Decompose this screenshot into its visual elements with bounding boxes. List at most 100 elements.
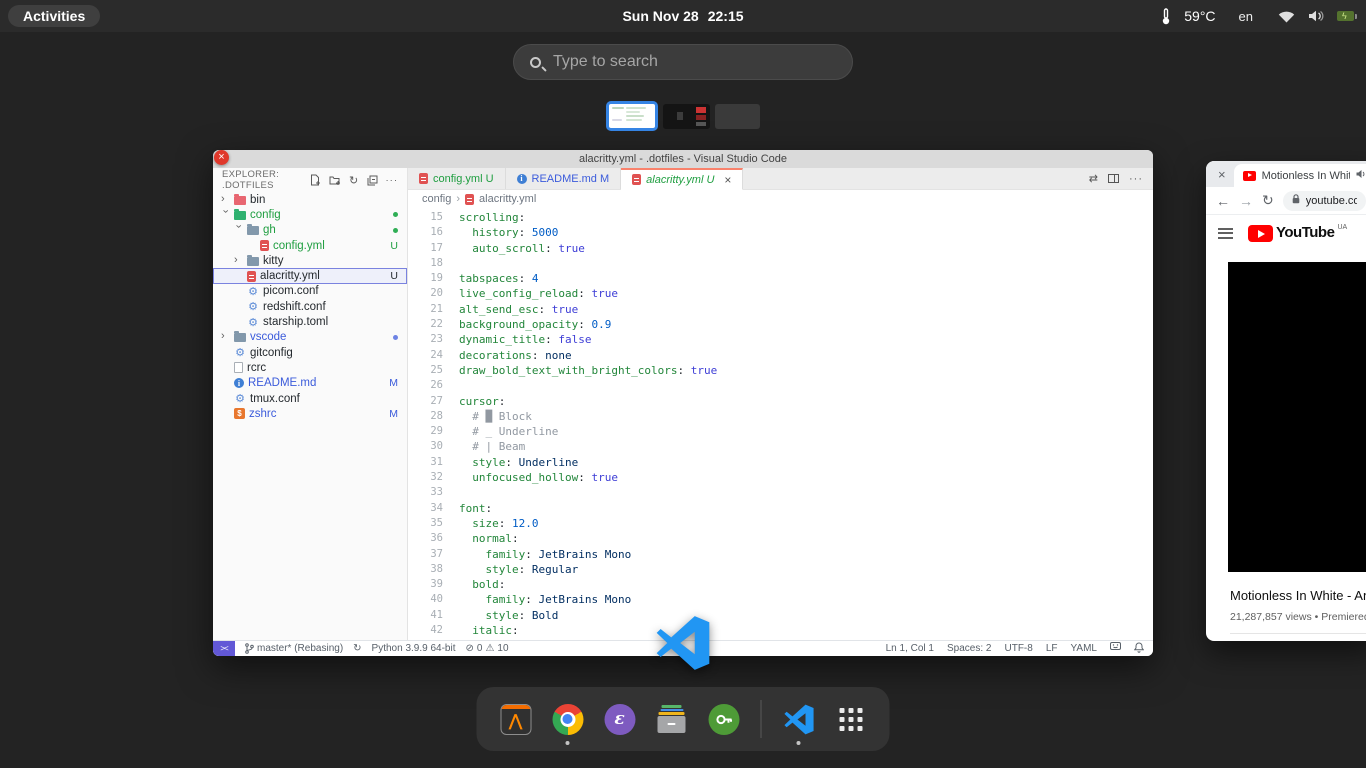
file-tree-item-redshift.conf[interactable]: ⚙redshift.conf	[213, 299, 407, 314]
tab-close-icon[interactable]: ×	[1218, 167, 1226, 182]
hamburger-menu-icon[interactable]	[1218, 228, 1233, 239]
file-tree-item-tmux.conf[interactable]: ⚙tmux.conf	[213, 391, 407, 406]
back-icon[interactable]: ←	[1216, 193, 1230, 209]
code-line: 34font:	[408, 501, 1153, 516]
split-editor-icon[interactable]	[1108, 174, 1119, 183]
editor-tab-bar: config.yml UiREADME.md Malacritty.yml U×…	[408, 168, 1153, 190]
more-actions-icon[interactable]: ···	[386, 175, 399, 186]
refresh-icon[interactable]: ↻	[349, 174, 359, 187]
file-tree-item-vscode[interactable]: ›vscode	[213, 330, 407, 345]
new-folder-icon[interactable]	[329, 175, 341, 186]
git-status-dot	[393, 228, 398, 233]
info-icon: i	[234, 378, 244, 388]
code-line: 42 italic:	[408, 623, 1153, 638]
tab-label: README.md M	[532, 173, 610, 185]
vscode-title-bar[interactable]: alacritty.yml - .dotfiles - Visual Studi…	[213, 150, 1153, 168]
code-line: 28 # █ Block	[408, 409, 1153, 424]
reload-icon[interactable]: ↻	[1262, 192, 1274, 209]
new-file-icon[interactable]	[310, 174, 321, 186]
file-tree-item-alacritty.yml[interactable]: alacritty.ymlU	[213, 268, 407, 283]
line-number: 40	[408, 592, 443, 607]
language-mode-status[interactable]: YAML	[1071, 643, 1098, 654]
file-tree-item-README.md[interactable]: iREADME.mdM	[213, 376, 407, 391]
file-tree-item-zshrc[interactable]: $zshrcM	[213, 406, 407, 421]
dock-item-emacs[interactable]: ε	[603, 702, 637, 736]
video-title: Motionless In White - Anot	[1230, 588, 1366, 603]
breadcrumb-file[interactable]: alacritty.yml	[479, 193, 536, 205]
forward-icon[interactable]: →	[1239, 193, 1253, 209]
problems-status[interactable]: ⊘ 0 ⚠ 10	[466, 643, 509, 654]
keyboard-layout-indicator[interactable]: en	[1239, 9, 1253, 24]
search-bar[interactable]: Type to search	[513, 44, 853, 80]
tab-audio-icon[interactable]	[1356, 169, 1366, 182]
chrome-window[interactable]: × Motionless In White - ← → ↻ youtube.co…	[1206, 161, 1366, 641]
code-line: 21alt_send_esc: true	[408, 302, 1153, 317]
file-tree-item-gitconfig[interactable]: ⚙gitconfig	[213, 345, 407, 360]
file-tree-item-gh[interactable]: ›gh	[213, 223, 407, 238]
dock-item-app-grid[interactable]	[834, 702, 868, 736]
git-status-badge: U	[390, 240, 398, 252]
dock-item-alacritty[interactable]: ⋀	[499, 702, 533, 736]
file-tree-item-picom.conf[interactable]: ⚙picom.conf	[213, 284, 407, 299]
sync-icon[interactable]: ↻	[353, 643, 361, 654]
line-number: 36	[408, 531, 443, 546]
vscode-window[interactable]: alacritty.yml - .dotfiles - Visual Studi…	[213, 150, 1153, 656]
code-line: 27cursor:	[408, 394, 1153, 409]
editor-tab-alacritty.yml[interactable]: alacritty.yml U×	[621, 168, 743, 190]
dock-item-keepass[interactable]	[707, 702, 741, 736]
video-player[interactable]	[1228, 262, 1366, 572]
file-tree-item-bin[interactable]: ›bin	[213, 192, 407, 207]
clock[interactable]: Sun Nov 28 22:15	[622, 8, 743, 24]
workspace-thumbnail-active[interactable]	[606, 101, 658, 131]
file-tree-item-rcrc[interactable]: rcrc	[213, 360, 407, 375]
activities-button[interactable]: Activities	[8, 5, 100, 27]
code-editor[interactable]: 15scrolling:16 history: 500017 auto_scro…	[408, 208, 1153, 640]
eol-status[interactable]: LF	[1046, 643, 1058, 654]
dock-item-chrome[interactable]	[551, 702, 585, 736]
gear-icon: ⚙	[247, 300, 259, 313]
youtube-logo[interactable]: YouTube UA	[1248, 224, 1347, 242]
editor-tab-config.yml[interactable]: config.yml U	[408, 168, 506, 189]
file-tree-item-config.yml[interactable]: config.ymlU	[213, 238, 407, 253]
file-name: rcrc	[247, 362, 266, 374]
git-status-badge: M	[389, 408, 398, 420]
collapse-folders-icon[interactable]	[367, 175, 378, 186]
dock-item-files[interactable]	[655, 702, 689, 736]
remote-indicator[interactable]: ><	[213, 641, 235, 656]
workspace-thumbnail-empty[interactable]	[715, 104, 760, 129]
open-changes-icon[interactable]: ⇄	[1089, 172, 1098, 185]
breadcrumb-folder[interactable]: config	[422, 193, 451, 205]
dock-item-vscode[interactable]	[782, 702, 816, 736]
file-tree-item-kitty[interactable]: ›kitty	[213, 253, 407, 268]
python-interpreter-status[interactable]: Python 3.9.9 64-bit	[372, 643, 456, 654]
encoding-status[interactable]: UTF-8	[1004, 643, 1032, 654]
breadcrumb[interactable]: config › alacritty.yml	[408, 190, 1153, 208]
cursor-position-status[interactable]: Ln 1, Col 1	[886, 643, 934, 654]
tab-title: Motionless In White -	[1262, 170, 1350, 182]
line-number: 17	[408, 241, 443, 256]
code-line: 38 style: Regular	[408, 562, 1153, 577]
url-text: youtube.com/wa	[1306, 195, 1357, 207]
chevron-right-icon: ›	[456, 193, 460, 205]
close-icon[interactable]: ×	[724, 173, 731, 187]
notifications-bell-icon[interactable]	[1134, 642, 1144, 656]
chevron-icon: ›	[233, 225, 245, 234]
battery-icon: ϟ	[1337, 11, 1354, 21]
file-tree-item-starship.toml[interactable]: ⚙starship.toml	[213, 314, 407, 329]
file-name: starship.toml	[263, 316, 328, 328]
wifi-icon	[1278, 10, 1295, 23]
indentation-status[interactable]: Spaces: 2	[947, 643, 991, 654]
git-branch-status[interactable]: master* (Rebasing)	[245, 643, 343, 654]
window-close-button[interactable]: ×	[214, 150, 229, 165]
gear-icon: ⚙	[247, 285, 259, 298]
chrome-active-tab[interactable]: Motionless In White -	[1234, 164, 1366, 187]
address-bar[interactable]: youtube.com/wa	[1283, 191, 1366, 211]
explorer-header-label: EXPLORER: .DOTFILES	[222, 169, 310, 191]
editor-tab-README.md[interactable]: iREADME.md M	[506, 168, 622, 189]
file-tree-item-config[interactable]: ›config	[213, 207, 407, 222]
editor-more-actions-icon[interactable]: ···	[1129, 173, 1143, 185]
workspace-thumbnail-youtube[interactable]	[663, 104, 710, 129]
running-indicator-dot	[797, 741, 801, 745]
feedback-icon[interactable]	[1110, 642, 1121, 655]
system-tray[interactable]: 59°C en ϟ	[1161, 8, 1354, 25]
